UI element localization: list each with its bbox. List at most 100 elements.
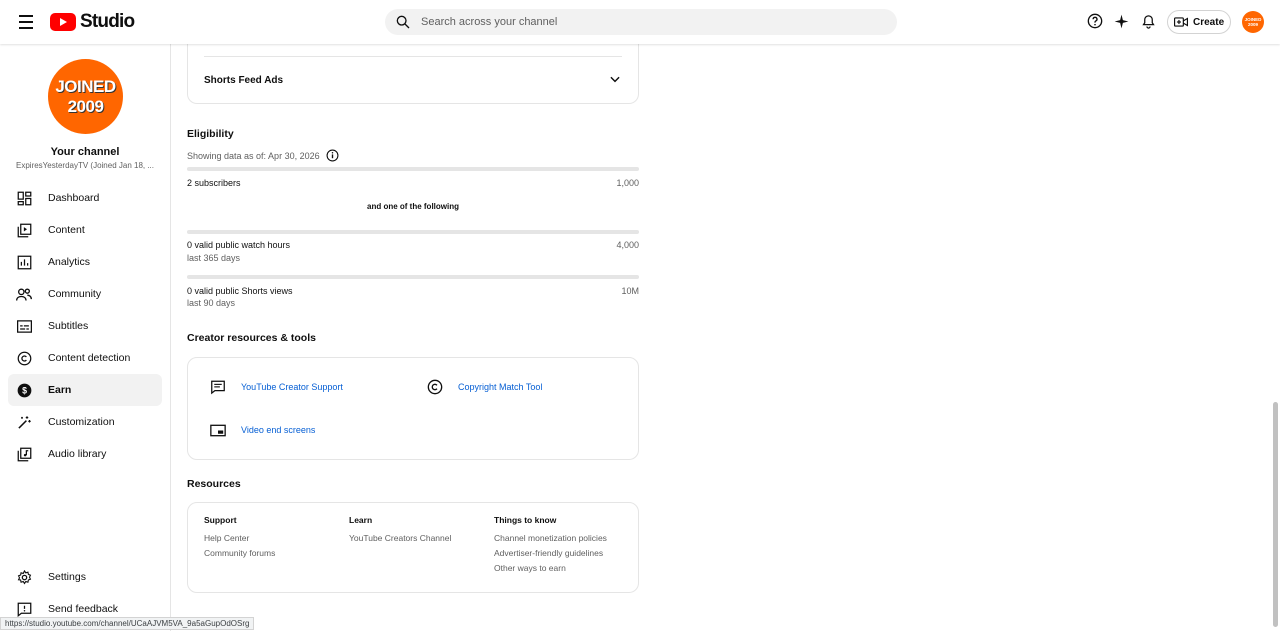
shorts-views-period: last 90 days <box>187 298 236 308</box>
sidebar-item-label: Dashboard <box>48 192 100 204</box>
logo-text: Studio <box>80 11 135 32</box>
sidebar-item-subtitles[interactable]: Subtitles <box>8 310 162 342</box>
and-one-of-following: and one of the following <box>367 202 459 211</box>
dollar-icon: $ <box>16 382 32 398</box>
resources-card: Support Help Center Community forums Lea… <box>187 502 639 593</box>
copyright-match-label[interactable]: Copyright Match Tool <box>458 382 542 392</box>
gear-icon <box>16 569 32 585</box>
sidebar-item-content[interactable]: Content <box>8 214 162 246</box>
other-ways-to-earn-link[interactable]: Other ways to earn <box>494 561 607 576</box>
sidebar-item-settings[interactable]: Settings <box>8 561 162 593</box>
monetization-policies-link[interactable]: Channel monetization policies <box>494 531 607 546</box>
help-center-link[interactable]: Help Center <box>204 531 275 546</box>
channel-avatar-line1: JOINED <box>55 76 116 96</box>
creator-tools-title: Creator resources & tools <box>187 332 316 344</box>
watch-hours-count: 0 valid public watch hours <box>187 240 291 250</box>
resources-title: Resources <box>187 478 241 490</box>
svg-text:$: $ <box>22 385 27 395</box>
dashboard-icon <box>16 190 32 206</box>
creator-support-label[interactable]: YouTube Creator Support <box>241 382 343 392</box>
support-heading: Support <box>204 515 237 525</box>
data-as-of-text: Showing data as of: Apr 30, 2026 <box>187 150 320 161</box>
end-screens-label[interactable]: Video end screens <box>241 425 315 435</box>
data-as-of: Showing data as of: Apr 30, 2026 <box>187 149 339 162</box>
channel-name: ExpiresYesterdayTV (Joined Jan 18, ... <box>16 161 154 170</box>
community-icon <box>16 286 32 302</box>
sidebar-item-label: Customization <box>48 416 115 428</box>
creators-channel-link[interactable]: YouTube Creators Channel <box>349 531 451 546</box>
notifications-icon[interactable] <box>1139 12 1157 30</box>
watch-hours-target: 4,000 <box>616 240 639 250</box>
copyright-icon <box>16 350 32 366</box>
advertiser-guidelines-link[interactable]: Advertiser-friendly guidelines <box>494 546 607 561</box>
help-icon[interactable] <box>1086 12 1104 30</box>
analytics-icon <box>16 254 32 270</box>
chevron-down-icon[interactable] <box>608 72 622 86</box>
account-avatar[interactable]: JOINED 2009 <box>1242 11 1264 33</box>
shorts-views-target: 10M <box>621 286 639 296</box>
menu-icon[interactable] <box>16 12 36 32</box>
sidebar-item-dashboard[interactable]: Dashboard <box>8 182 162 214</box>
video-add-icon <box>1174 17 1188 27</box>
settings-label: Settings <box>48 571 86 583</box>
subscribers-progress-bar <box>187 167 639 171</box>
search-bar[interactable] <box>385 9 897 35</box>
sidebar-item-label: Community <box>48 288 102 300</box>
sidebar-item-community[interactable]: Community <box>8 278 162 310</box>
subscribers-target: 1,000 <box>616 178 639 188</box>
search-input[interactable] <box>421 16 861 28</box>
sparkle-icon[interactable] <box>1112 12 1130 30</box>
feedback-icon <box>16 601 32 617</box>
copyright-match-link[interactable]: Copyright Match Tool <box>426 378 542 396</box>
sidebar-item-analytics[interactable]: Analytics <box>8 246 162 278</box>
top-bar: Studio Create JOINED 2009 <box>0 0 1280 44</box>
subtitles-icon <box>16 318 32 334</box>
things-to-know-column: Things to know Channel monetization poli… <box>494 515 607 576</box>
watch-hours-progress-bar <box>187 230 639 234</box>
shorts-views-count: 0 valid public Shorts views <box>187 286 293 296</box>
things-to-know-heading: Things to know <box>494 515 557 525</box>
sidebar-item-content-detection[interactable]: Content detection <box>8 342 162 374</box>
status-url-bar: https://studio.youtube.com/channel/UCaAJ… <box>0 617 255 630</box>
end-screens-link[interactable]: Video end screens <box>209 421 315 439</box>
ad-formats-card: Shorts Feed Ads <box>187 34 639 104</box>
studio-logo[interactable]: Studio <box>50 11 135 33</box>
feedback-label: Send feedback <box>48 603 119 615</box>
youtube-logo-icon <box>50 13 76 31</box>
content-icon <box>16 222 32 238</box>
info-icon[interactable] <box>326 149 339 162</box>
sidebar-item-label: Subtitles <box>48 320 89 332</box>
sidebar: JOINED 2009 Your channel ExpiresYesterda… <box>0 44 171 631</box>
magic-wand-icon <box>16 414 32 430</box>
support-column: Support Help Center Community forums <box>204 515 275 561</box>
creator-tools-card: YouTube Creator Support Copyright Match … <box>187 357 639 460</box>
end-screen-icon <box>209 421 227 439</box>
learn-column: Learn YouTube Creators Channel <box>349 515 451 546</box>
sidebar-item-label: Earn <box>48 384 72 396</box>
eligibility-title: Eligibility <box>187 128 234 140</box>
create-button[interactable]: Create <box>1167 10 1231 34</box>
community-forums-link[interactable]: Community forums <box>204 546 275 561</box>
sidebar-item-audio-library[interactable]: Audio library <box>8 438 162 470</box>
divider <box>204 56 622 57</box>
sidebar-item-label: Audio library <box>48 448 107 460</box>
account-avatar-label: JOINED 2009 <box>1244 17 1262 27</box>
creator-support-link[interactable]: YouTube Creator Support <box>209 378 343 396</box>
page-scrollbar[interactable] <box>1273 402 1278 627</box>
watch-hours-period: last 365 days <box>187 253 241 263</box>
sidebar-item-earn[interactable]: $ Earn <box>8 374 162 406</box>
learn-heading: Learn <box>349 515 373 525</box>
channel-avatar-line2: 2009 <box>67 96 104 116</box>
your-channel-title: Your channel <box>50 146 120 158</box>
sidebar-item-label: Content detection <box>48 352 131 364</box>
subscribers-count: 2 subscribers <box>187 178 241 188</box>
audio-library-icon <box>16 446 32 462</box>
shorts-feed-ads-label: Shorts Feed Ads <box>204 75 284 86</box>
channel-avatar[interactable]: JOINED 2009 <box>48 59 123 134</box>
shorts-views-progress-bar <box>187 275 639 279</box>
chat-icon <box>209 378 227 396</box>
sidebar-item-customization[interactable]: Customization <box>8 406 162 438</box>
search-icon <box>396 15 410 29</box>
create-label: Create <box>1193 16 1225 28</box>
sidebar-item-label: Analytics <box>48 256 91 268</box>
